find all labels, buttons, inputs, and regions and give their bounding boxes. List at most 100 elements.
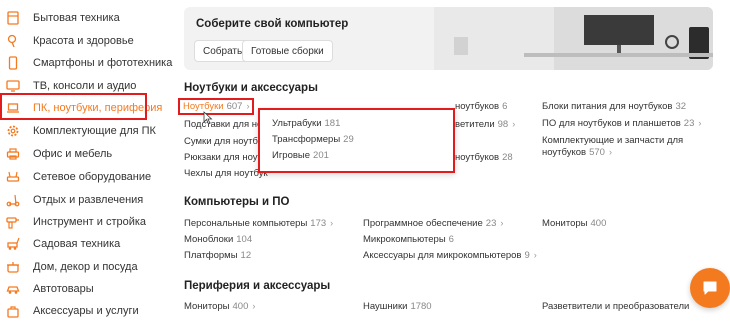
mouse-cursor-icon bbox=[203, 111, 213, 125]
link-parts-line1[interactable]: Комплектующие и запчасти для bbox=[542, 135, 683, 146]
sidebar-item-beauty[interactable]: Красота и здоровье bbox=[6, 30, 134, 52]
link-col2-laptops-1[interactable]: ноутбуков 6 bbox=[455, 101, 507, 112]
router-icon bbox=[6, 170, 20, 184]
chat-button[interactable] bbox=[690, 268, 730, 308]
sidebar-item-tools[interactable]: Инструмент и стройка bbox=[6, 211, 146, 233]
popup-item-label: Ультрабуки bbox=[272, 118, 322, 129]
chat-bubble-icon bbox=[703, 281, 717, 295]
sidebar-item-label: Садовая техника bbox=[33, 238, 121, 250]
link-laptop-cases[interactable]: Чехлы для ноутбук bbox=[184, 168, 268, 179]
sidebar-item-label: Отдых и развлечения bbox=[33, 194, 144, 206]
sidebar-item-label: Офис и мебель bbox=[33, 148, 113, 160]
section-title-laptops: Ноутбуки и аксессуары bbox=[184, 82, 318, 94]
link-count: 173 bbox=[310, 218, 327, 229]
sidebar-item-auto[interactable]: Автотовары bbox=[6, 278, 94, 300]
popup-item-label: Игровые bbox=[272, 150, 311, 161]
popup-item-ultrabooks[interactable]: Ультрабуки 181 bbox=[272, 118, 340, 129]
link-count: 6 bbox=[502, 101, 508, 112]
sidebar-item-label: Смартфоны и фототехника bbox=[33, 57, 173, 69]
sidebar-item-accessories[interactable]: Аксессуары и услуги bbox=[6, 300, 139, 322]
sidebar-item-network[interactable]: Сетевое оборудование bbox=[6, 166, 151, 188]
link-laptop-bags[interactable]: Сумки для ноутбук bbox=[184, 136, 267, 147]
sidebar-item-label: Красота и здоровье bbox=[33, 35, 134, 47]
link-label: ноутбуков bbox=[455, 101, 500, 112]
sidebar-item-smartphones[interactable]: Смартфоны и фототехника bbox=[6, 52, 172, 74]
link-col2-splitters[interactable]: ветители 98 › bbox=[455, 119, 515, 130]
printer-icon bbox=[6, 147, 20, 161]
link-label: Наушники bbox=[363, 301, 408, 312]
link-label: Персональные компьютеры bbox=[184, 218, 308, 229]
phone-icon bbox=[6, 56, 20, 70]
link-count: 570 bbox=[589, 147, 605, 158]
link-parts-line2[interactable]: ноутбуков 570 › bbox=[542, 147, 612, 158]
link-micro-accessories[interactable]: Аксессуары для микрокомпьютеров 9 › bbox=[363, 250, 537, 261]
category-sidebar: Бытовая техника Красота и здоровье Смарт… bbox=[0, 0, 172, 324]
link-label: Программное обеспечение bbox=[363, 218, 483, 229]
gear-icon bbox=[6, 124, 20, 138]
sidebar-item-label: Автотовары bbox=[33, 283, 94, 295]
link-monoblocks[interactable]: Моноблоки 104 bbox=[184, 234, 252, 245]
chevron-right-icon: › bbox=[533, 250, 537, 260]
drill-icon bbox=[6, 215, 20, 229]
sidebar-item-pc-parts[interactable]: Комплектующие для ПК bbox=[6, 120, 156, 142]
sidebar-item-label: Инструмент и стройка bbox=[33, 216, 147, 228]
sidebar-item-label: Комплектующие для ПК bbox=[33, 125, 156, 137]
sidebar-item-label: Дом, декор и посуда bbox=[33, 261, 138, 273]
tv-icon bbox=[6, 79, 20, 93]
link-col2-laptops-2[interactable]: ноутбуков 28 bbox=[455, 152, 513, 163]
link-count: 28 bbox=[502, 152, 513, 163]
sidebar-item-appliances[interactable]: Бытовая техника bbox=[6, 7, 120, 29]
link-splitters[interactable]: Разветвители и преобразователи bbox=[542, 301, 689, 312]
sidebar-item-label: Бытовая техника bbox=[33, 12, 120, 24]
link-laptop-backpacks[interactable]: Рюкзаки для ноутб bbox=[184, 152, 267, 163]
link-software[interactable]: Программное обеспечение 23 › bbox=[363, 218, 503, 229]
link-count: 400 bbox=[232, 301, 249, 312]
link-monitors[interactable]: Мониторы 400 bbox=[542, 218, 606, 229]
link-count: 6 bbox=[448, 234, 454, 245]
hairdryer-icon bbox=[6, 34, 20, 48]
sidebar-item-office[interactable]: Офис и мебель bbox=[6, 143, 112, 165]
mower-icon bbox=[6, 237, 20, 251]
chevron-right-icon: › bbox=[512, 119, 516, 129]
section-title-computers: Компьютеры и ПО bbox=[184, 196, 290, 208]
highlight-box-sidebar bbox=[0, 93, 147, 120]
popup-item-transformers[interactable]: Трансформеры 29 bbox=[272, 134, 354, 145]
link-microcomputers[interactable]: Микрокомпьютеры 6 bbox=[363, 234, 454, 245]
sidebar-item-home[interactable]: Дом, декор и посуда bbox=[6, 256, 138, 278]
sidebar-item-leisure[interactable]: Отдых и развлечения bbox=[6, 189, 143, 211]
section-title-peripherals: Периферия и аксессуары bbox=[184, 280, 331, 292]
popup-item-count: 181 bbox=[324, 118, 341, 129]
scooter-icon bbox=[6, 193, 20, 207]
link-label: Моноблоки bbox=[184, 234, 234, 245]
link-software-laptops[interactable]: ПО для ноутбуков и планшетов 23 › bbox=[542, 118, 701, 129]
link-count: 12 bbox=[240, 250, 252, 261]
sidebar-item-label: Сетевое оборудование bbox=[33, 171, 152, 183]
link-count: 32 bbox=[675, 101, 687, 112]
link-label: ветители bbox=[455, 119, 495, 130]
popup-item-count: 29 bbox=[343, 134, 354, 145]
link-label: Блоки питания для ноутбуков bbox=[542, 101, 673, 112]
sidebar-item-garden[interactable]: Садовая техника bbox=[6, 233, 120, 255]
pc-builder-banner[interactable]: Соберите свой компьютер Собрать Готовые … bbox=[184, 7, 713, 70]
link-power-supplies[interactable]: Блоки питания для ноутбуков 32 bbox=[542, 101, 686, 112]
link-headphones[interactable]: Наушники 1780 bbox=[363, 301, 432, 312]
link-peripheral-monitors[interactable]: Мониторы 400 › bbox=[184, 301, 255, 312]
popup-item-gaming[interactable]: Игровые 201 bbox=[272, 150, 329, 161]
link-count: 23 bbox=[485, 218, 497, 229]
ready-builds-button[interactable]: Готовые сборки bbox=[242, 40, 333, 62]
banner-title: Соберите свой компьютер bbox=[196, 18, 349, 30]
chevron-right-icon: › bbox=[252, 301, 256, 311]
bag-icon bbox=[6, 304, 20, 318]
sidebar-item-label: Аксессуары и услуги bbox=[33, 305, 139, 317]
popup-item-count: 201 bbox=[313, 150, 329, 161]
highlight-box-laptops bbox=[178, 98, 254, 115]
subcategory-popup: Ультрабуки 181 Трансформеры 29 Игровые 201 bbox=[258, 108, 455, 173]
link-platforms[interactable]: Платформы 12 bbox=[184, 250, 251, 261]
car-icon bbox=[6, 282, 20, 296]
link-count: 9 bbox=[524, 250, 530, 261]
chevron-right-icon: › bbox=[500, 218, 504, 228]
pot-icon bbox=[6, 260, 20, 274]
popup-item-label: Трансформеры bbox=[272, 134, 341, 145]
link-label: Аксессуары для микрокомпьютеров bbox=[363, 250, 522, 261]
link-pcs[interactable]: Персональные компьютеры 173 › bbox=[184, 218, 333, 229]
